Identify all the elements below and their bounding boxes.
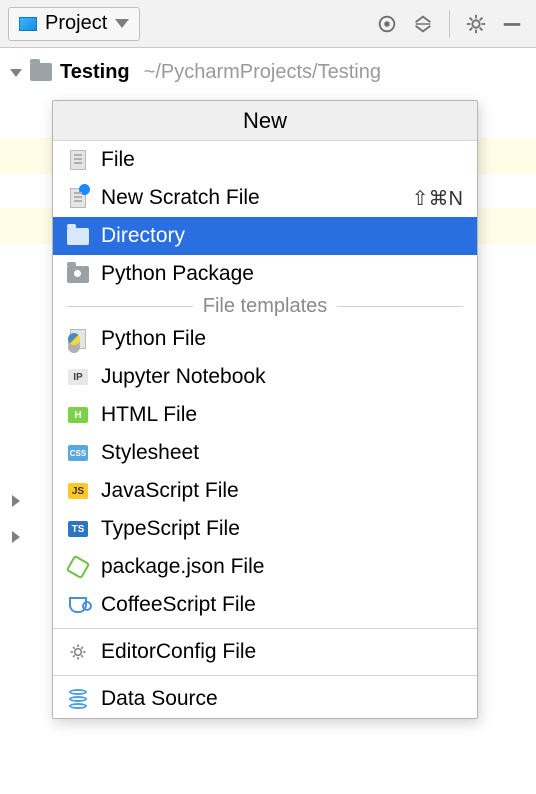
menu-item-label: CoffeeScript File — [101, 593, 256, 617]
chevron-down-icon — [115, 19, 129, 28]
menu-item-label: Python File — [101, 327, 206, 351]
python-file-icon — [67, 328, 89, 350]
menu-item-package-json[interactable]: package.json File — [53, 548, 477, 586]
project-toolbar: Project — [0, 0, 536, 48]
expand-toggle-icon[interactable] — [10, 69, 22, 77]
js-file-icon: JS — [67, 480, 89, 502]
menu-item-shortcut: ⇧⌘N — [412, 186, 463, 211]
menu-item-label: EditorConfig File — [101, 640, 256, 664]
menu-divider — [53, 675, 477, 676]
menu-item-coffeescript-file[interactable]: CoffeeScript File — [53, 586, 477, 624]
database-icon — [67, 688, 89, 710]
file-icon — [67, 149, 89, 171]
menu-item-html-file[interactable]: H HTML File — [53, 396, 477, 434]
menu-section-file-templates: File templates — [53, 293, 477, 320]
collapse-all-icon[interactable] — [409, 10, 437, 38]
menu-item-typescript-file[interactable]: TS TypeScript File — [53, 510, 477, 548]
project-view-selector[interactable]: Project — [8, 7, 140, 41]
menu-item-directory[interactable]: Directory — [53, 217, 477, 255]
menu-item-data-source[interactable]: Data Source — [53, 680, 477, 718]
new-context-menu: New File New Scratch File ⇧⌘N Directory … — [52, 100, 478, 719]
menu-item-label: File — [101, 148, 135, 172]
folder-icon — [67, 225, 89, 247]
css-file-icon: CSS — [67, 442, 89, 464]
menu-item-label: Stylesheet — [101, 441, 199, 465]
project-icon — [19, 17, 37, 31]
menu-item-python-file[interactable]: Python File — [53, 320, 477, 358]
tree-root-path: ~/PycharmProjects/Testing — [144, 61, 381, 84]
folder-icon — [30, 63, 52, 81]
project-view-label: Project — [45, 12, 107, 35]
menu-divider — [53, 628, 477, 629]
menu-item-scratch-file[interactable]: New Scratch File ⇧⌘N — [53, 179, 477, 217]
menu-item-label: JavaScript File — [101, 479, 239, 503]
expand-toggle-icon[interactable] — [12, 495, 20, 507]
scroll-from-source-icon[interactable] — [373, 10, 401, 38]
project-tree: Testing ~/PycharmProjects/Testing — [0, 48, 536, 90]
menu-header: New — [53, 101, 477, 141]
menu-item-label: Python Package — [101, 262, 254, 286]
gear-icon[interactable] — [462, 10, 490, 38]
toolbar-separator — [449, 10, 450, 38]
menu-item-label: Data Source — [101, 687, 218, 711]
menu-item-editorconfig[interactable]: EditorConfig File — [53, 633, 477, 671]
menu-item-label: package.json File — [101, 555, 264, 579]
menu-item-label: Jupyter Notebook — [101, 365, 266, 389]
coffee-icon — [67, 594, 89, 616]
jupyter-icon: IP — [67, 366, 89, 388]
menu-item-jupyter-notebook[interactable]: IP Jupyter Notebook — [53, 358, 477, 396]
nodejs-icon — [67, 556, 89, 578]
minimize-icon[interactable] — [498, 10, 526, 38]
menu-item-stylesheet[interactable]: CSS Stylesheet — [53, 434, 477, 472]
menu-item-label: Directory — [101, 224, 185, 248]
menu-item-python-package[interactable]: Python Package — [53, 255, 477, 293]
package-icon — [67, 263, 89, 285]
expand-toggle-icon[interactable] — [12, 531, 20, 543]
gear-icon — [67, 641, 89, 663]
ts-file-icon: TS — [67, 518, 89, 540]
tree-root-label: Testing — [60, 61, 130, 84]
tree-root-row[interactable]: Testing ~/PycharmProjects/Testing — [0, 54, 536, 90]
menu-title: New — [243, 108, 287, 134]
menu-item-label: New Scratch File — [101, 186, 260, 210]
menu-item-file[interactable]: File — [53, 141, 477, 179]
menu-item-label: HTML File — [101, 403, 197, 427]
menu-item-javascript-file[interactable]: JS JavaScript File — [53, 472, 477, 510]
menu-item-label: TypeScript File — [101, 517, 240, 541]
menu-section-label: File templates — [193, 295, 338, 318]
scratch-file-icon — [67, 187, 89, 209]
html-file-icon: H — [67, 404, 89, 426]
